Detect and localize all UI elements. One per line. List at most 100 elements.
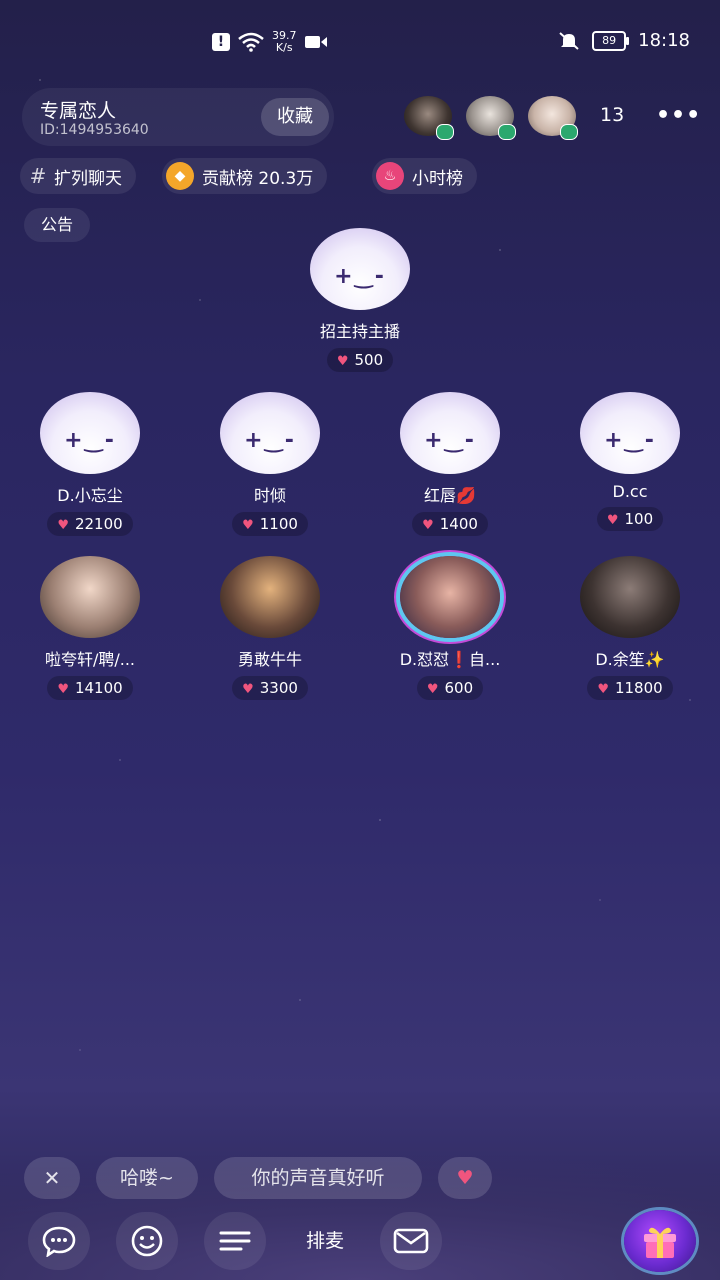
- menu-button[interactable]: [204, 1212, 266, 1270]
- mic-seat[interactable]: D.余笙✨ ♥ 11800: [550, 556, 710, 700]
- smile-face-icon: +‿-: [424, 428, 476, 453]
- mic-seat[interactable]: +‿- D.小忘尘 ♥ 22100: [10, 392, 170, 536]
- user-avatar: [40, 556, 140, 638]
- menu-lines-icon: [219, 1231, 251, 1251]
- emoji-button[interactable]: [116, 1212, 178, 1270]
- mute-notification-icon: [559, 31, 579, 50]
- alert-icon: !: [212, 33, 230, 51]
- seat-name: D.余笙✨: [595, 650, 665, 669]
- hashtag-icon: #: [29, 164, 47, 188]
- contribution-ranking-button[interactable]: ◆ 贡献榜 20.3万: [162, 158, 328, 194]
- empty-seat-avatar: +‿-: [580, 392, 680, 474]
- chat-bubble-icon: [42, 1226, 76, 1257]
- heart-icon: ♥: [336, 354, 349, 369]
- network-speed-unit: K/s: [275, 41, 293, 54]
- seat-score: ♥ 100: [596, 507, 664, 531]
- diamond-icon: ◆: [166, 162, 194, 190]
- video-camera-icon: [304, 36, 327, 48]
- seat-score: ♥ 11800: [587, 676, 673, 700]
- seat-score-value: 100: [624, 510, 654, 528]
- viewer-avatar[interactable]: [466, 96, 516, 140]
- gift-button[interactable]: [624, 1210, 696, 1272]
- viewer-count[interactable]: 13: [600, 104, 624, 126]
- heart-icon: ♥: [597, 682, 609, 697]
- more-options-button[interactable]: •••: [656, 100, 700, 132]
- empty-seat-avatar: +‿-: [310, 228, 410, 310]
- seat-score-value: 500: [354, 351, 384, 369]
- room-id: ID:1494953640: [40, 122, 149, 138]
- seat-score-value: 22100: [74, 515, 123, 533]
- viewer-avatar[interactable]: [528, 96, 578, 140]
- user-avatar: [580, 556, 680, 638]
- status-bar: ! 39.7 K/s 89 18:18: [0, 0, 720, 86]
- notice-button[interactable]: 公告: [24, 208, 90, 242]
- hourly-ranking-button[interactable]: ♨ 小时榜: [372, 158, 477, 194]
- seat-name: D.小忘尘: [57, 486, 123, 505]
- seat-score: ♥ 1100: [232, 512, 308, 536]
- seat-name: D.怼怼❗自...: [399, 650, 501, 669]
- seat-score-value: 14100: [74, 679, 123, 697]
- seat-name: D.cc: [612, 482, 648, 501]
- heart-icon: ♥: [606, 513, 619, 528]
- empty-seat-avatar: +‿-: [40, 392, 140, 474]
- room-name: 专属恋人: [40, 100, 117, 122]
- heart-icon: ♥: [426, 682, 439, 697]
- seat-score: ♥ 14100: [47, 676, 133, 700]
- empty-seat-avatar: +‿-: [400, 392, 500, 474]
- host-seat[interactable]: +‿- 招主持主播 ♥ 500: [280, 228, 440, 372]
- contribution-value: 20.3万: [258, 168, 314, 189]
- seat-name: 招主持主播: [319, 322, 400, 341]
- queue-mic-button[interactable]: 排麦: [288, 1212, 362, 1270]
- seat-name: 勇敢牛牛: [237, 650, 302, 669]
- envelope-icon: [393, 1228, 429, 1254]
- clock: 18:18: [638, 30, 690, 51]
- battery-indicator: 89: [592, 30, 630, 51]
- hourly-ranking-label: 小时榜: [412, 168, 463, 189]
- mic-seat[interactable]: 啦夸轩/聘/... ♥ 14100: [10, 556, 170, 700]
- quick-reply-chip[interactable]: 你的声音真好听: [214, 1157, 422, 1199]
- mic-badge-icon: [436, 124, 454, 140]
- close-quick-replies-button[interactable]: ✕: [24, 1157, 80, 1199]
- heart-icon: ♥: [57, 682, 69, 697]
- quick-reply-chip[interactable]: 哈喽~: [96, 1157, 198, 1199]
- contribution-label: 贡献榜: [202, 168, 253, 189]
- chat-button[interactable]: [28, 1212, 90, 1270]
- seat-score: ♥ 22100: [47, 512, 133, 536]
- favorite-button[interactable]: 收藏: [261, 98, 329, 136]
- mic-badge-icon: [498, 124, 516, 140]
- channel-tag[interactable]: # 扩列聊天: [20, 158, 136, 194]
- mic-badge-icon: [560, 124, 578, 140]
- seat-score-value: 600: [444, 679, 474, 697]
- close-icon: ✕: [43, 1166, 61, 1190]
- seat-name: 啦夸轩/聘/...: [44, 650, 136, 669]
- seat-score: ♥ 500: [326, 348, 394, 372]
- heart-icon: ♥: [242, 682, 254, 697]
- quick-reply-chip-partial[interactable]: ♥: [438, 1157, 492, 1199]
- heart-icon: ♥: [57, 518, 69, 533]
- heart-icon: ♥: [422, 518, 434, 533]
- smile-face-icon: +‿-: [334, 264, 386, 289]
- smiley-icon: [131, 1225, 163, 1257]
- wifi-icon: [238, 32, 264, 52]
- mic-seat[interactable]: D.怼怼❗自... ♥ 600: [370, 556, 530, 700]
- seat-name: 时倾: [253, 486, 286, 505]
- seat-score-value: 1400: [439, 515, 478, 533]
- seat-score-value: 11800: [614, 679, 663, 697]
- mic-seat[interactable]: +‿- 时倾 ♥ 1100: [190, 392, 350, 536]
- channel-tag-label: 扩列聊天: [54, 168, 122, 189]
- flame-icon: ♨: [376, 162, 404, 190]
- smile-face-icon: +‿-: [244, 428, 296, 453]
- mic-seat[interactable]: +‿- 红唇💋 ♥ 1400: [370, 392, 530, 536]
- mic-seat[interactable]: 勇敢牛牛 ♥ 3300: [190, 556, 350, 700]
- seat-score: ♥ 3300: [232, 676, 308, 700]
- seat-score: ♥ 600: [416, 676, 484, 700]
- viewer-avatar[interactable]: [404, 96, 454, 140]
- smile-face-icon: +‿-: [604, 428, 656, 453]
- mic-seat[interactable]: +‿- D.cc ♥ 100: [550, 392, 710, 531]
- empty-seat-avatar: +‿-: [220, 392, 320, 474]
- user-avatar: [220, 556, 320, 638]
- messages-button[interactable]: [380, 1212, 442, 1270]
- seat-name: 红唇💋: [424, 486, 476, 505]
- seat-score-value: 3300: [259, 679, 298, 697]
- user-avatar: [400, 556, 500, 638]
